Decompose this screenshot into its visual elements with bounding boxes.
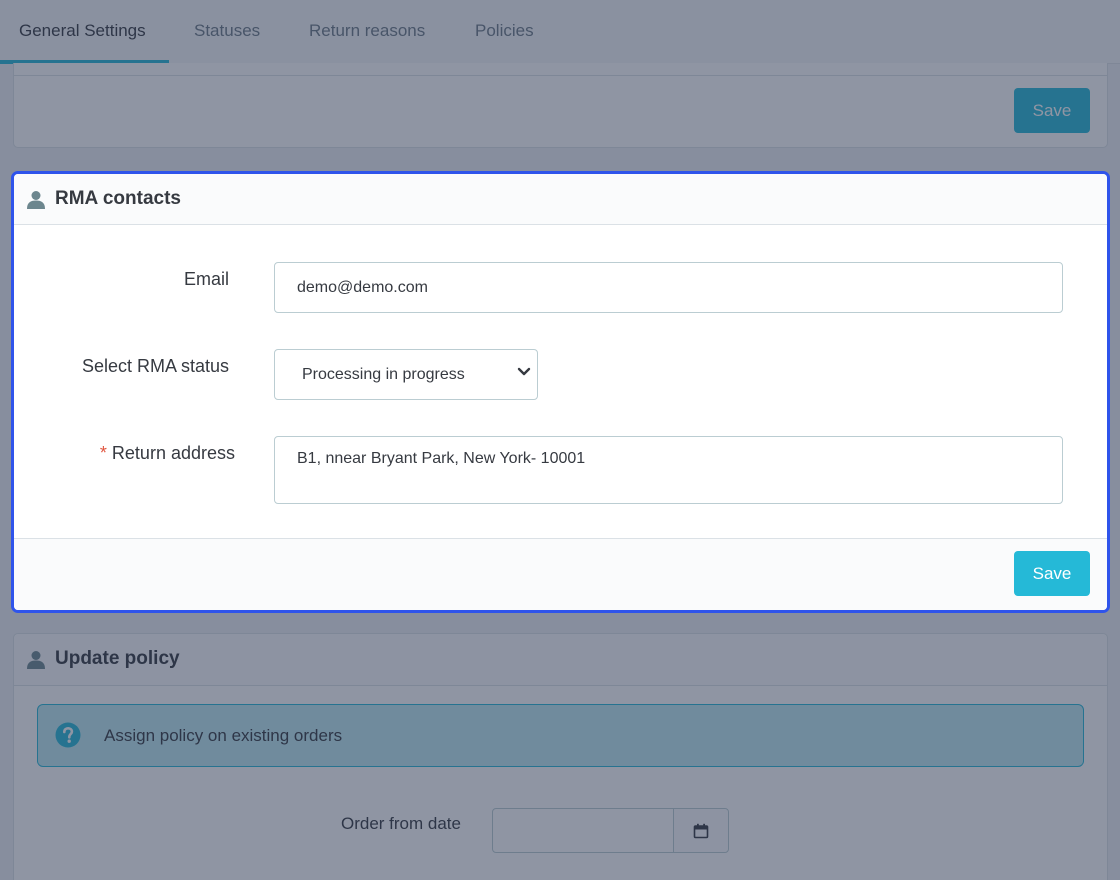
tab-policies[interactable]: Policies (475, 0, 534, 63)
rma-contacts-footer: Save (14, 538, 1107, 610)
order-from-date-input[interactable] (493, 809, 674, 852)
rma-status-label: Select RMA status (81, 356, 229, 376)
rma-status-select[interactable]: Processing in progress (274, 349, 538, 400)
required-mark: * (99, 443, 107, 463)
policy-info-text: Assign policy on existing orders (104, 726, 343, 745)
return-address-label-text: Return address (111, 443, 235, 463)
rma-contacts-header: RMA contacts (14, 174, 1107, 225)
email-value: demo@demo.com (297, 279, 428, 296)
calendar-icon (693, 823, 709, 839)
user-icon (27, 191, 45, 209)
rma-status-selected: Processing in progress (302, 366, 465, 383)
rma-save-button[interactable]: Save (1014, 551, 1090, 596)
rma-contacts-panel: RMA contacts Email demo@demo.com Select … (11, 171, 1110, 613)
return-address-value: B1, nnear Bryant Park, New York- 10001 (297, 450, 586, 467)
panel-footer-divider (14, 75, 1107, 76)
update-policy-panel: Update policy Assign policy on existing … (13, 633, 1108, 880)
order-from-date-label: Order from date (341, 814, 461, 833)
tab-general-settings[interactable]: General Settings (0, 0, 169, 64)
policy-info-alert: Assign policy on existing orders (37, 704, 1084, 767)
rma-contacts-title: RMA contacts (55, 188, 181, 209)
chevron-down-icon (517, 367, 531, 376)
return-address-label: * Return address (100, 443, 235, 464)
question-circle-icon (55, 722, 81, 748)
calendar-button[interactable] (673, 809, 728, 852)
tab-statuses[interactable]: Statuses (194, 0, 260, 63)
update-policy-header: Update policy (14, 634, 1107, 686)
tab-bar: General Settings Statuses Return reasons… (0, 0, 1120, 64)
user-icon (27, 651, 45, 669)
update-policy-title: Update policy (55, 648, 180, 669)
tab-return-reasons[interactable]: Return reasons (309, 0, 425, 63)
general-settings-panel: Save (13, 63, 1108, 148)
email-label: Email (183, 269, 229, 289)
page: General Settings Statuses Return reasons… (0, 0, 1120, 880)
general-save-button[interactable]: Save (1014, 88, 1090, 133)
return-address-textarea[interactable]: B1, nnear Bryant Park, New York- 10001 (274, 436, 1063, 504)
email-input[interactable]: demo@demo.com (274, 262, 1063, 313)
order-from-date-input-group (492, 808, 729, 853)
